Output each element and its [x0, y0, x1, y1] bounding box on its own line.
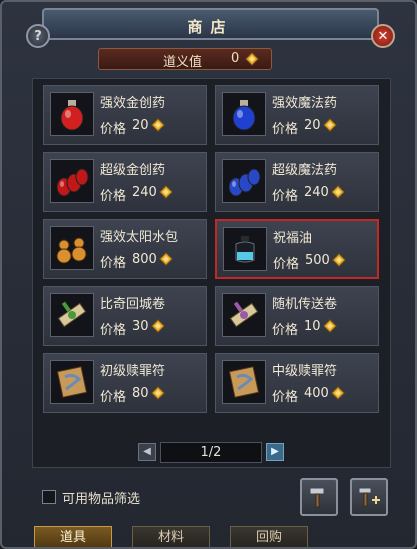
item-grid: 强效金创药 价格 20 强效魔法药 价格 20 超级金创药 价格 240 超级魔法药 价格 240 强效…: [32, 78, 391, 468]
gold-ingot-icon: [151, 118, 165, 132]
item-icon-slot: [223, 227, 267, 271]
chevron-left-icon: ◀: [143, 446, 151, 457]
hammer-plus-icon: [358, 487, 380, 507]
gourd-bottles-icon: [56, 237, 87, 264]
item-icon-slot: [50, 226, 94, 270]
gold-ingot-icon: [331, 386, 345, 400]
close-icon: ✕: [377, 29, 389, 44]
prev-page-button[interactable]: ◀: [138, 443, 156, 461]
item-name: 强效金创药: [100, 96, 166, 111]
item-name: 强效太阳水包: [100, 230, 179, 245]
item-icon-slot: [222, 293, 266, 337]
item-price: 20: [304, 118, 321, 133]
gold-ingot-icon: [323, 118, 337, 132]
price-label: 价格: [272, 323, 299, 338]
talisman-scroll-icon: [56, 366, 88, 398]
gold-ingot-icon: [332, 253, 346, 267]
justice-value: 0: [231, 51, 240, 66]
item-icon-slot: [50, 92, 94, 136]
page-text: 1/2: [200, 445, 222, 460]
red-potions-stack-icon: [56, 168, 89, 197]
item-icon-slot: [222, 159, 266, 203]
title-bar: 商店: [42, 8, 379, 40]
price-label: 价格: [272, 189, 299, 204]
item-price: 400: [304, 386, 329, 401]
page-indicator: 1/2: [160, 442, 262, 463]
item-price: 10: [304, 319, 321, 334]
item-name: 祝福油: [273, 231, 313, 246]
tab-0[interactable]: 道具: [34, 526, 112, 547]
shop-item[interactable]: 初级赎罪符价格 80: [43, 353, 207, 413]
item-name: 中级赎罪符: [272, 364, 338, 379]
item-name: 比奇回城卷: [100, 297, 166, 312]
item-name: 随机传送卷: [272, 297, 338, 312]
purple-scroll-icon: [229, 301, 259, 328]
blue-potion-icon: [232, 100, 256, 131]
chevron-right-icon: ▶: [271, 446, 279, 457]
item-icon-slot: [222, 92, 266, 136]
gold-ingot-icon: [245, 52, 259, 66]
item-price: 800: [132, 252, 157, 267]
shop-item[interactable]: 随机传送卷价格 10: [215, 286, 379, 346]
question-icon: ?: [34, 29, 42, 44]
window-title: 商店: [187, 18, 234, 36]
shop-item[interactable]: 强效太阳水包 价格 800: [43, 219, 207, 279]
price-label: 价格: [272, 390, 299, 405]
gold-ingot-icon: [151, 319, 165, 333]
item-icon-slot: [222, 360, 266, 404]
gold-ingot-icon: [331, 185, 345, 199]
shop-item[interactable]: 强效金创药价格 20: [43, 85, 207, 145]
shop-item[interactable]: 超级金创药价格 240: [43, 152, 207, 212]
gold-ingot-icon: [159, 252, 173, 266]
red-potion-icon: [60, 100, 84, 131]
justice-bar: 道义值 0: [98, 48, 272, 70]
gold-ingot-icon: [151, 386, 165, 400]
price-label: 价格: [272, 122, 299, 137]
item-icon-slot: [50, 159, 94, 203]
price-label: 价格: [100, 256, 127, 271]
shop-item[interactable]: 超级魔法药价格 240: [215, 152, 379, 212]
repair-all-button[interactable]: [350, 478, 388, 516]
item-price: 20: [132, 118, 149, 133]
item-name: 超级魔法药: [272, 163, 338, 178]
price-label: 价格: [100, 390, 127, 405]
gold-ingot-icon: [323, 319, 337, 333]
next-page-button[interactable]: ▶: [266, 443, 284, 461]
green-scroll-icon: [57, 301, 87, 328]
tab-2[interactable]: 回购: [230, 526, 308, 547]
item-icon-slot: [50, 360, 94, 404]
justice-label: 道义值: [163, 55, 203, 70]
item-name: 超级金创药: [100, 163, 166, 178]
blessing-oil-icon: [235, 236, 255, 263]
hammer-icon: [309, 487, 325, 508]
repair-button[interactable]: [300, 478, 338, 516]
shop-window: 商店 ? ✕ 道义值 0 强效金创药 价格 20 强效魔法药 价格 20 超级金创药 价格 24…: [0, 0, 417, 549]
price-label: 价格: [100, 323, 127, 338]
help-button[interactable]: ?: [26, 24, 50, 48]
item-name: 强效魔法药: [272, 96, 338, 111]
shop-item[interactable]: 中级赎罪符价格 400: [215, 353, 379, 413]
item-price: 500: [305, 253, 330, 268]
item-price: 240: [132, 185, 157, 200]
shop-item[interactable]: 强效魔法药价格 20: [215, 85, 379, 145]
shop-item[interactable]: 祝福油价格 500: [215, 219, 379, 279]
tab-1[interactable]: 材料: [132, 526, 210, 547]
filter-label: 可用物品筛选: [62, 492, 141, 507]
item-price: 240: [304, 185, 329, 200]
filter-checkbox[interactable]: [42, 490, 56, 504]
gold-ingot-icon: [159, 185, 173, 199]
item-price: 30: [132, 319, 149, 334]
price-label: 价格: [273, 257, 300, 272]
item-name: 初级赎罪符: [100, 364, 166, 379]
price-label: 价格: [100, 122, 127, 137]
price-label: 价格: [100, 189, 127, 204]
close-button[interactable]: ✕: [371, 24, 395, 48]
talisman-scroll-icon: [228, 366, 260, 398]
blue-potions-stack-icon: [228, 168, 261, 197]
item-price: 80: [132, 386, 149, 401]
item-icon-slot: [50, 293, 94, 337]
shop-item[interactable]: 比奇回城卷价格 30: [43, 286, 207, 346]
